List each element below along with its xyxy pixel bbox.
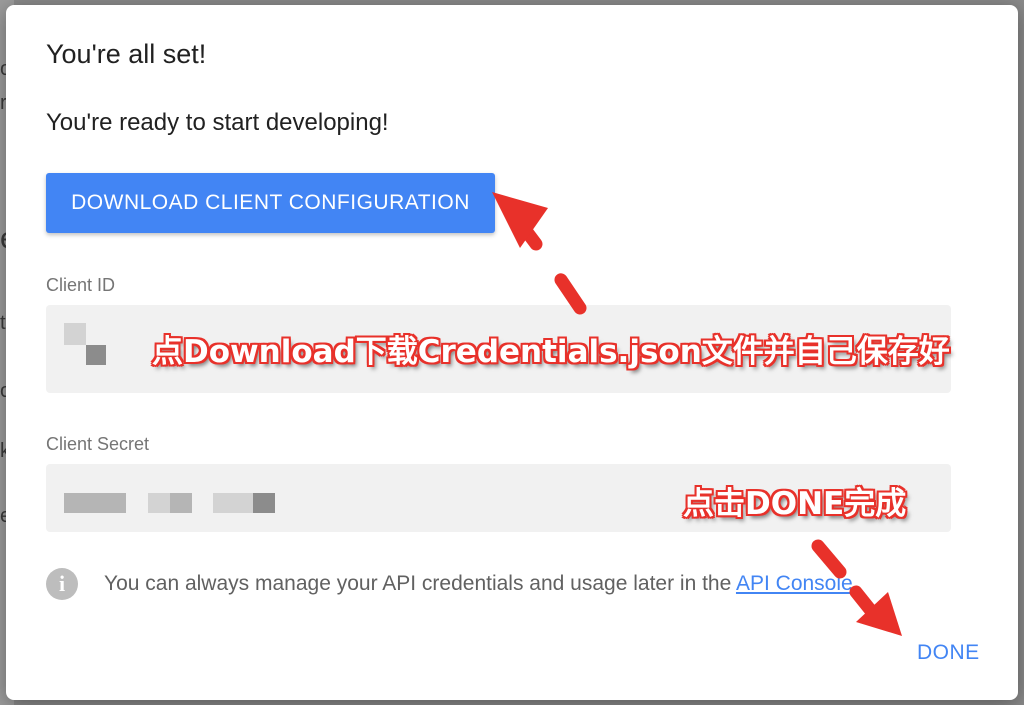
annotation-done-note: 点击DONE完成 xyxy=(683,486,907,522)
info-row: i You can always manage your API credent… xyxy=(46,567,859,601)
redacted-block xyxy=(64,493,126,513)
redacted-block xyxy=(253,493,275,513)
redacted-block xyxy=(64,323,86,345)
redacted-block xyxy=(86,345,106,365)
done-button[interactable]: DONE xyxy=(909,635,988,671)
redacted-block xyxy=(170,493,192,513)
client-id-label: Client ID xyxy=(46,275,116,295)
annotation-download-note: 点Download下载Credentials.json文件并自己保存好 xyxy=(152,334,950,370)
api-console-link[interactable]: API Console xyxy=(736,572,853,595)
redacted-block xyxy=(213,493,253,513)
dialog-title: You're all set! xyxy=(46,39,207,69)
info-text: You can always manage your API credentia… xyxy=(104,572,859,595)
redacted-block xyxy=(148,493,170,513)
client-secret-label: Client Secret xyxy=(46,434,150,454)
download-client-configuration-button[interactable]: DOWNLOAD CLIENT CONFIGURATION xyxy=(46,173,495,233)
info-icon: i xyxy=(46,568,78,600)
dialog-subtitle: You're ready to start developing! xyxy=(46,109,389,136)
